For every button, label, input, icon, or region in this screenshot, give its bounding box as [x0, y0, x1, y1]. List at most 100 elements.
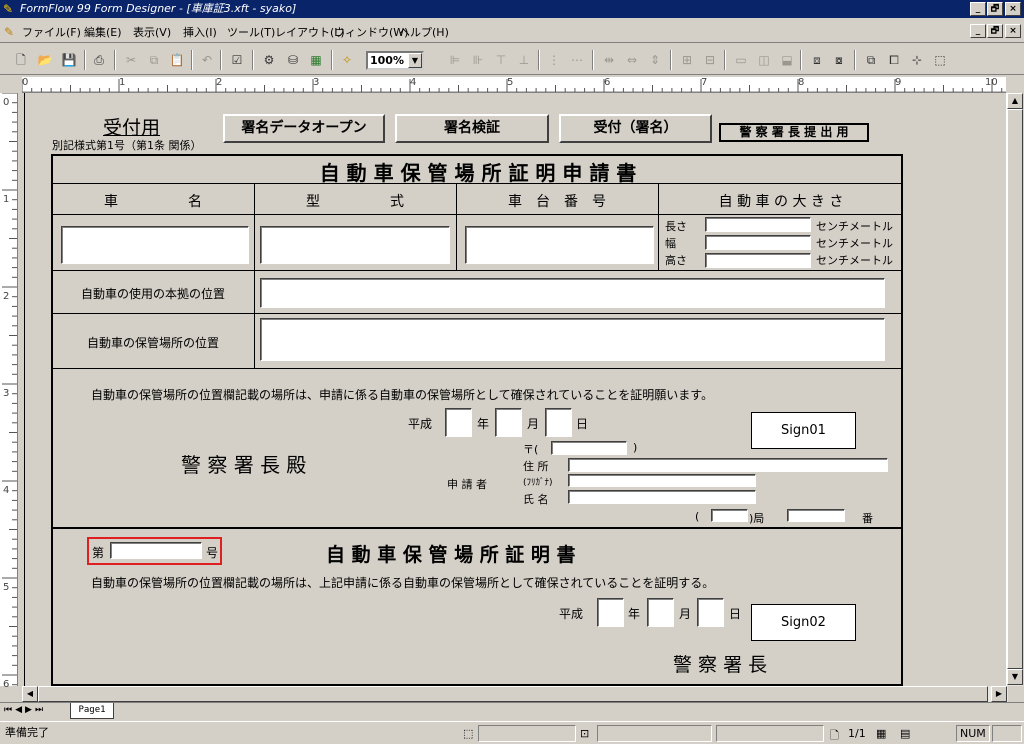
- accept-sign-button[interactable]: 受付（署名）: [559, 114, 712, 143]
- settings-icon[interactable]: ⚙: [260, 51, 278, 69]
- month-input-2[interactable]: [647, 598, 674, 627]
- app-icon[interactable]: ✎: [3, 2, 17, 16]
- doc-restore-button[interactable]: 🗗: [987, 24, 1003, 38]
- doc-minimize-button[interactable]: _: [970, 24, 986, 38]
- space-horizontal-icon[interactable]: ⇹: [600, 51, 618, 69]
- chassis-number-input[interactable]: [465, 226, 654, 264]
- center-vertical-icon[interactable]: ⋮: [545, 51, 563, 69]
- menu-tools[interactable]: ツール(T): [227, 25, 275, 41]
- wizard-icon[interactable]: ✧: [338, 51, 356, 69]
- menu-view[interactable]: 表示(V): [133, 25, 171, 41]
- same-height-icon[interactable]: ⊟: [701, 51, 719, 69]
- certificate-number-field[interactable]: 第 号: [87, 537, 222, 565]
- address-input[interactable]: [568, 458, 888, 472]
- year-input[interactable]: [445, 408, 472, 437]
- window-minimize-button[interactable]: _: [970, 2, 986, 16]
- month-input[interactable]: [495, 408, 522, 437]
- year-input-2[interactable]: [597, 598, 624, 627]
- height-input[interactable]: [705, 253, 811, 268]
- align-left-icon[interactable]: ⊫: [446, 51, 464, 69]
- fit-height-icon[interactable]: ⬓: [778, 51, 796, 69]
- copy-icon[interactable]: ⧉: [145, 51, 163, 69]
- horizontal-scrollbar[interactable]: ◀ ▶: [22, 686, 1008, 702]
- open-signature-button[interactable]: 署名データオープン: [223, 114, 385, 143]
- align-bottom-icon[interactable]: ⊥: [515, 51, 533, 69]
- group-icon[interactable]: ⧈: [808, 51, 826, 69]
- properties-icon[interactable]: ☑: [228, 51, 246, 69]
- document-icon[interactable]: ✎: [4, 25, 18, 39]
- month-label: 月: [527, 417, 540, 431]
- use-base-input[interactable]: [260, 278, 885, 308]
- design-canvas[interactable]: 受付用 別記様式第1号（第1条 関係） 署名データオープン 署名検証 受付（署名…: [19, 93, 1007, 686]
- tab-page1[interactable]: Page1: [70, 703, 114, 719]
- storage-location-input[interactable]: [260, 318, 885, 361]
- chevron-down-icon[interactable]: ▼: [408, 53, 422, 68]
- menu-window[interactable]: ウィンドウ(W): [334, 25, 408, 41]
- furigana-input[interactable]: [568, 474, 756, 487]
- menu-help[interactable]: ヘルプ(H): [399, 25, 449, 41]
- snap-icon[interactable]: ⬚: [931, 51, 949, 69]
- phone-number-input[interactable]: [787, 509, 845, 522]
- space-even-icon[interactable]: ⇔: [623, 51, 641, 69]
- scroll-right-icon[interactable]: ▶: [991, 686, 1007, 702]
- vertical-scroll-thumb[interactable]: [1007, 109, 1023, 669]
- phone-area-input[interactable]: [711, 509, 748, 522]
- window-close-button[interactable]: ×: [1005, 2, 1021, 16]
- width-input[interactable]: [705, 235, 811, 250]
- ruler-label: 2: [216, 77, 223, 88]
- police-submit-label: 警 察 署 長 提 出 用: [719, 123, 869, 142]
- certificate-number-input[interactable]: [110, 542, 202, 559]
- scroll-down-icon[interactable]: ▼: [1007, 669, 1023, 685]
- grid-icon[interactable]: ⊹: [908, 51, 926, 69]
- car-name-input[interactable]: [61, 226, 249, 264]
- paste-icon[interactable]: 📋: [168, 51, 186, 69]
- undo-icon[interactable]: ↶: [198, 51, 216, 69]
- same-size-icon[interactable]: ▭: [732, 51, 750, 69]
- tab-nav-icon[interactable]: ⏮◀▶⏭: [4, 705, 46, 715]
- postal-input[interactable]: [551, 441, 627, 455]
- menu-insert[interactable]: 挿入(I): [183, 25, 217, 41]
- sign02-field[interactable]: Sign02: [751, 604, 856, 641]
- name-input[interactable]: [568, 490, 756, 504]
- bring-front-icon[interactable]: ⧉: [862, 51, 880, 69]
- align-top-icon[interactable]: ⊤: [492, 51, 510, 69]
- number-prefix: 第: [92, 546, 105, 560]
- col-car-name: 車 名: [104, 194, 202, 210]
- send-back-icon[interactable]: ⧠: [885, 51, 903, 69]
- length-input[interactable]: [705, 217, 811, 232]
- doc-close-button[interactable]: ×: [1005, 24, 1021, 38]
- phone-open: (: [695, 510, 700, 523]
- scroll-left-icon[interactable]: ◀: [22, 686, 38, 702]
- police-chief: 警 察 署 長: [673, 654, 768, 676]
- scroll-up-icon[interactable]: ▲: [1007, 93, 1023, 109]
- toolbar-separator: [331, 50, 333, 70]
- layout-icon[interactable]: ▤: [900, 727, 910, 740]
- day-input-2[interactable]: [697, 598, 724, 627]
- day-label-2: 日: [729, 607, 742, 621]
- horizontal-scroll-thumb[interactable]: [38, 686, 988, 702]
- new-file-icon[interactable]: 🗋: [12, 51, 30, 69]
- page-icon: 🗋: [830, 729, 839, 742]
- print-icon[interactable]: ⎙: [90, 51, 108, 69]
- menu-file[interactable]: ファイル(F): [22, 25, 81, 41]
- open-folder-icon[interactable]: 📂: [36, 51, 54, 69]
- col-chassis-number: 車 台 番 号: [508, 194, 606, 210]
- center-horizontal-icon[interactable]: ⋯: [568, 51, 586, 69]
- same-width-icon[interactable]: ⊞: [678, 51, 696, 69]
- cut-icon[interactable]: ✂: [122, 51, 140, 69]
- view-icon[interactable]: ▦: [876, 727, 886, 740]
- align-right-icon[interactable]: ⊪: [469, 51, 487, 69]
- menu-edit[interactable]: 編集(E): [84, 25, 122, 41]
- vertical-scrollbar[interactable]: ▲ ▼: [1006, 93, 1023, 686]
- verify-signature-button[interactable]: 署名検証: [395, 114, 549, 143]
- fit-width-icon[interactable]: ◫: [755, 51, 773, 69]
- ungroup-icon[interactable]: ⧇: [830, 51, 848, 69]
- car-type-input[interactable]: [260, 226, 450, 264]
- day-input[interactable]: [545, 408, 572, 437]
- space-vertical-icon[interactable]: ⇕: [646, 51, 664, 69]
- database-icon[interactable]: ⛁: [284, 51, 302, 69]
- window-restore-button[interactable]: 🗗: [987, 2, 1003, 16]
- sign01-field[interactable]: Sign01: [751, 412, 856, 449]
- form-icon[interactable]: ▦: [307, 51, 325, 69]
- save-icon[interactable]: 💾: [60, 51, 78, 69]
